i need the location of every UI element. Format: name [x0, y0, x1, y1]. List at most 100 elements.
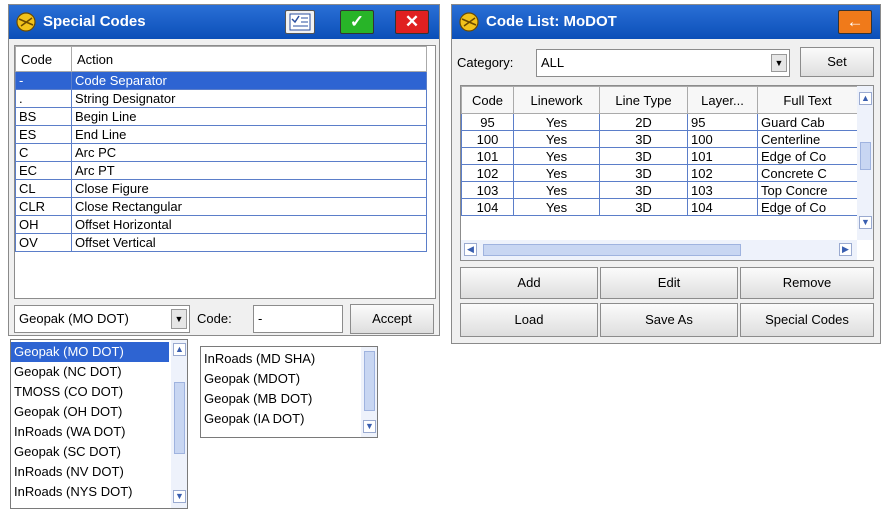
code-cell: . — [15, 89, 72, 108]
chevron-down-icon[interactable]: ▼ — [771, 54, 787, 72]
scroll-up-icon[interactable]: ▲ — [173, 343, 186, 356]
scroll-up-icon[interactable]: ▲ — [859, 92, 872, 105]
code-list-titlebar: Code List: MoDOT ← — [452, 5, 880, 39]
table-vertical-scrollbar[interactable]: ▲ ▼ — [857, 86, 873, 240]
table-cell: 103 — [461, 181, 514, 199]
table-cell: Yes — [513, 164, 600, 182]
ok-button[interactable]: ✓ — [340, 10, 374, 34]
dropdown-option[interactable]: Geopak (NC DOT) — [11, 362, 169, 382]
style-dropdown-list-continued: InRoads (MD SHA) Geopak (MDOT) Geopak (MB … — [200, 346, 378, 438]
horizontal-scroll-thumb[interactable] — [483, 244, 741, 256]
add-button[interactable]: Add — [460, 267, 598, 299]
action-cell: Close Figure — [71, 179, 427, 198]
action-cell: Offset Vertical — [71, 233, 427, 252]
dropdown-option[interactable]: InRoads (MD SHA) — [201, 349, 359, 369]
table-row[interactable]: 95 Yes 2D 95 Guard Cab — [461, 113, 858, 131]
empty-row — [16, 252, 427, 277]
save-as-button[interactable]: Save As — [600, 303, 738, 337]
table-row[interactable]: C Arc PC — [15, 143, 427, 162]
column-header[interactable]: Linework — [513, 86, 600, 114]
list-settings-button[interactable] — [285, 10, 315, 34]
style-select-value: Geopak (MO DOT) — [19, 311, 129, 326]
column-header-action[interactable]: Action — [71, 46, 427, 72]
column-header[interactable]: Layer... — [687, 86, 758, 114]
accept-button[interactable]: Accept — [350, 304, 434, 334]
column-header-code[interactable]: Code — [15, 46, 72, 72]
dropdown-option[interactable]: Geopak (IA DOT) — [201, 409, 359, 429]
table-row[interactable]: 103 Yes 3D 103 Top Concre — [461, 181, 858, 199]
chevron-down-icon[interactable]: ▼ — [171, 309, 187, 329]
edit-button[interactable]: Edit — [600, 267, 738, 299]
code-cell: CLR — [15, 197, 72, 216]
column-header[interactable]: Line Type — [599, 86, 688, 114]
table-cell: 3D — [599, 147, 688, 165]
column-header[interactable]: Full Text — [757, 86, 858, 114]
load-button[interactable]: Load — [460, 303, 598, 337]
column-header[interactable]: Code — [461, 86, 514, 114]
table-cell: Edge of Co — [757, 147, 858, 165]
table-cell: 95 — [461, 113, 514, 131]
dropdown-scrollbar[interactable]: ▲ ▼ — [171, 340, 187, 508]
table-row[interactable]: 104 Yes 3D 104 Edge of Co — [461, 198, 858, 216]
table-cell: Yes — [513, 147, 600, 165]
scroll-right-icon[interactable]: ▶ — [839, 243, 852, 256]
scroll-down-icon[interactable]: ▼ — [363, 420, 376, 433]
special-codes-table: Code Action - Code Separator. String Desig… — [14, 45, 436, 299]
special-codes-button[interactable]: Special Codes — [740, 303, 874, 337]
table-row[interactable]: ES End Line — [15, 125, 427, 144]
set-button[interactable]: Set — [800, 47, 874, 77]
dropdown-option[interactable]: InRoads (NYS DOT) — [11, 482, 169, 502]
scroll-down-icon[interactable]: ▼ — [859, 216, 872, 229]
scrollbar-thumb-2[interactable] — [364, 351, 375, 411]
table-cell: Yes — [513, 198, 600, 216]
style-select[interactable]: Geopak (MO DOT) ▼ — [14, 305, 190, 333]
dropdown-scrollbar-2[interactable]: ▼ — [361, 347, 377, 437]
table-row[interactable]: OH Offset Horizontal — [15, 215, 427, 234]
table-cell: Yes — [513, 130, 600, 148]
code-list-table: Code Linework Line Type Layer... Full Text 9… — [460, 85, 874, 261]
table-row[interactable]: CLR Close Rectangular — [15, 197, 427, 216]
code-input[interactable]: - — [253, 305, 343, 333]
action-cell: Code Separator — [71, 71, 427, 90]
scrollbar-thumb[interactable] — [174, 382, 185, 454]
dropdown-option[interactable]: Geopak (MDOT) — [201, 369, 359, 389]
table-row[interactable]: EC Arc PT — [15, 161, 427, 180]
table-row[interactable]: OV Offset Vertical — [15, 233, 427, 252]
back-button[interactable]: ← — [838, 10, 872, 34]
table-cell: 95 — [687, 113, 758, 131]
category-select-value: ALL — [541, 55, 565, 70]
table-row[interactable]: CL Close Figure — [15, 179, 427, 198]
empty-cell — [16, 252, 72, 277]
category-select[interactable]: ALL ▼ — [536, 49, 790, 77]
table-row[interactable]: 102 Yes 3D 102 Concrete C — [461, 164, 858, 182]
table-cell: Concrete C — [757, 164, 858, 182]
dropdown-option[interactable]: Geopak (MB DOT) — [201, 389, 359, 409]
code-cell: OH — [15, 215, 72, 234]
table-row[interactable]: 101 Yes 3D 101 Edge of Co — [461, 147, 858, 165]
scroll-left-icon[interactable]: ◀ — [464, 243, 477, 256]
vertical-scroll-thumb[interactable] — [860, 142, 871, 170]
action-cell: Begin Line — [71, 107, 427, 126]
dropdown-option[interactable]: Geopak (MO DOT) — [11, 342, 169, 362]
table-row[interactable]: - Code Separator — [15, 71, 427, 90]
table-cell: Yes — [513, 181, 600, 199]
table-cell: 100 — [687, 130, 758, 148]
code-label: Code: — [197, 311, 232, 326]
dropdown-option[interactable]: Geopak (SC DOT) — [11, 442, 169, 462]
dropdown-option[interactable]: InRoads (NV DOT) — [11, 462, 169, 482]
table-row[interactable]: . String Designator — [15, 89, 427, 108]
special-codes-titlebar: Special Codes ✓ ✕ — [9, 5, 439, 39]
table-row[interactable]: 100 Yes 3D 100 Centerline — [461, 130, 858, 148]
dropdown-option[interactable]: InRoads (WA DOT) — [11, 422, 169, 442]
remove-button[interactable]: Remove — [740, 267, 874, 299]
empty-cell — [72, 252, 427, 277]
close-button[interactable]: ✕ — [395, 10, 429, 34]
dropdown-option[interactable]: TMOSS (CO DOT) — [11, 382, 169, 402]
table-cell: Yes — [513, 113, 600, 131]
table-row[interactable]: BS Begin Line — [15, 107, 427, 126]
scroll-down-icon[interactable]: ▼ — [173, 490, 186, 503]
dropdown-option[interactable]: Geopak (OH DOT) — [11, 402, 169, 422]
back-arrow-icon: ← — [846, 12, 864, 31]
table-horizontal-scrollbar[interactable]: ◀ ▶ — [461, 240, 857, 260]
code-cell: ES — [15, 125, 72, 144]
